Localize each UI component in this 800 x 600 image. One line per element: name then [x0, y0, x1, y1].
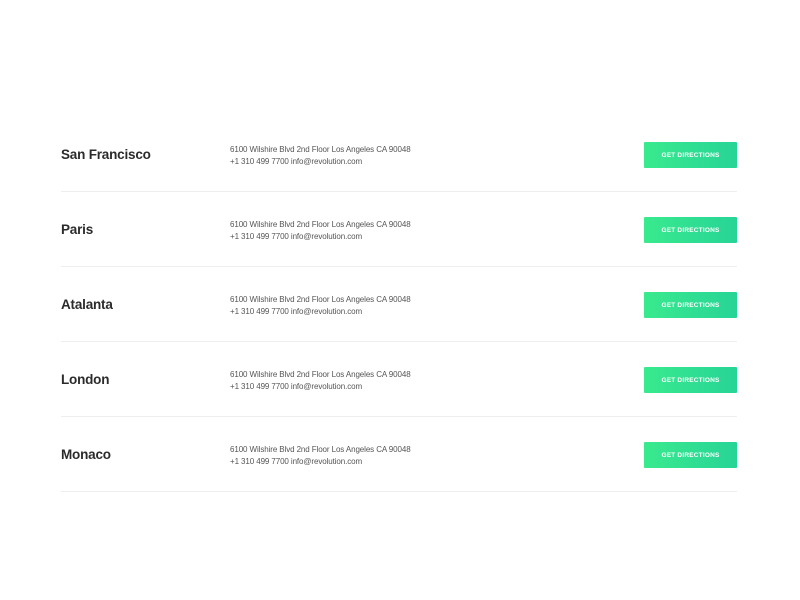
get-directions-button[interactable]: GET DIRECTIONS: [644, 217, 737, 243]
contact-info: 6100 Wilshire Blvd 2nd Floor Los Angeles…: [230, 444, 411, 467]
location-row: Atalanta 6100 Wilshire Blvd 2nd Floor Lo…: [61, 267, 737, 342]
get-directions-button[interactable]: GET DIRECTIONS: [644, 142, 737, 168]
contact-info: 6100 Wilshire Blvd 2nd Floor Los Angeles…: [230, 294, 411, 317]
contact-info: 6100 Wilshire Blvd 2nd Floor Los Angeles…: [230, 144, 411, 167]
locations-list: San Francisco 6100 Wilshire Blvd 2nd Flo…: [61, 117, 737, 492]
phone-email-text: +1 310 499 7700 info@revolution.com: [230, 306, 363, 316]
phone-email-text: +1 310 499 7700 info@revolution.com: [230, 231, 363, 241]
phone-email-text: +1 310 499 7700 info@revolution.com: [230, 381, 363, 391]
location-row: Monaco 6100 Wilshire Blvd 2nd Floor Los …: [61, 417, 737, 492]
address-text: 6100 Wilshire Blvd 2nd Floor Los Angeles…: [230, 295, 411, 304]
address-text: 6100 Wilshire Blvd 2nd Floor Los Angeles…: [230, 145, 411, 154]
address-text: 6100 Wilshire Blvd 2nd Floor Los Angeles…: [230, 220, 411, 229]
city-name: Atalanta: [61, 297, 113, 312]
get-directions-button[interactable]: GET DIRECTIONS: [644, 442, 737, 468]
location-row: San Francisco 6100 Wilshire Blvd 2nd Flo…: [61, 117, 737, 192]
phone-email-text: +1 310 499 7700 info@revolution.com: [230, 456, 363, 466]
city-name: Monaco: [61, 447, 111, 462]
location-row: Paris 6100 Wilshire Blvd 2nd Floor Los A…: [61, 192, 737, 267]
city-name: London: [61, 372, 110, 387]
contact-info: 6100 Wilshire Blvd 2nd Floor Los Angeles…: [230, 219, 411, 242]
address-text: 6100 Wilshire Blvd 2nd Floor Los Angeles…: [230, 445, 411, 454]
get-directions-button[interactable]: GET DIRECTIONS: [644, 292, 737, 318]
location-row: London 6100 Wilshire Blvd 2nd Floor Los …: [61, 342, 737, 417]
city-name: Paris: [61, 222, 94, 237]
city-name: San Francisco: [61, 147, 151, 162]
page: San Francisco 6100 Wilshire Blvd 2nd Flo…: [0, 0, 800, 600]
address-text: 6100 Wilshire Blvd 2nd Floor Los Angeles…: [230, 370, 411, 379]
phone-email-text: +1 310 499 7700 info@revolution.com: [230, 156, 363, 166]
contact-info: 6100 Wilshire Blvd 2nd Floor Los Angeles…: [230, 369, 411, 392]
get-directions-button[interactable]: GET DIRECTIONS: [644, 367, 737, 393]
